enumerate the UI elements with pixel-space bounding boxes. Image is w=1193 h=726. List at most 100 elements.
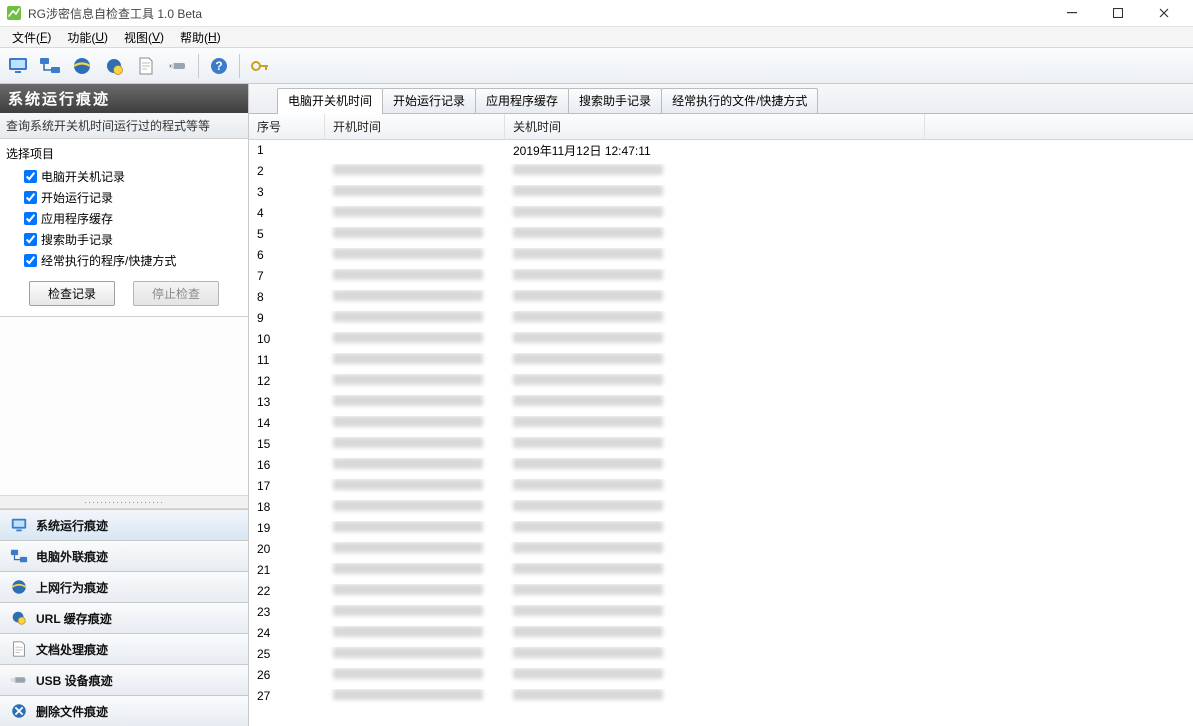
results-list: 序号 开机时间 关机时间 12019年11月12日 12:47:11234567… [249,114,1193,726]
cell-index: 1 [249,143,325,157]
table-row[interactable]: 24 [249,623,1193,644]
checkbox-input[interactable] [24,254,37,267]
nav-item-icon [10,547,28,565]
table-row[interactable]: 21 [249,560,1193,581]
maximize-button[interactable] [1095,0,1141,26]
tool-document-icon[interactable] [132,52,160,80]
cell-poweroff [505,416,925,430]
option-checkbox[interactable]: 经常执行的程序/快捷方式 [6,250,242,271]
menu-func[interactable]: 功能(U) [59,27,116,47]
table-row[interactable]: 16 [249,455,1193,476]
option-checkbox[interactable]: 电脑开关机记录 [6,166,242,187]
menu-view[interactable]: 视图(V) [116,27,172,47]
table-row[interactable]: 13 [249,392,1193,413]
tool-browser-icon[interactable] [100,52,128,80]
col-header-poweron[interactable]: 开机时间 [325,114,505,139]
cell-poweron [325,479,505,493]
options-group-label: 选择项目 [6,145,242,162]
check-records-button[interactable]: 检查记录 [29,281,115,306]
cell-poweron [325,542,505,556]
cell-poweron [325,647,505,661]
table-row[interactable]: 8 [249,287,1193,308]
table-row[interactable]: 14 [249,413,1193,434]
table-row[interactable]: 10 [249,329,1193,350]
table-row[interactable]: 22 [249,581,1193,602]
sidebar-nav-item[interactable]: 系统运行痕迹 [0,509,248,540]
nav-item-icon [10,609,28,627]
option-checkbox[interactable]: 应用程序缓存 [6,208,242,229]
checkbox-input[interactable] [24,233,37,246]
table-row[interactable]: 5 [249,224,1193,245]
cell-poweron [325,605,505,619]
table-row[interactable]: 9 [249,308,1193,329]
checkbox-label: 电脑开关机记录 [41,168,125,185]
table-row[interactable]: 27 [249,686,1193,707]
tool-monitor-icon[interactable] [4,52,32,80]
cell-poweroff [505,689,925,703]
option-checkbox[interactable]: 开始运行记录 [6,187,242,208]
sidebar-nav-item[interactable]: URL 缓存痕迹 [0,602,248,633]
cell-poweron [325,290,505,304]
table-row[interactable]: 7 [249,266,1193,287]
col-header-index[interactable]: 序号 [249,114,325,139]
table-row[interactable]: 20 [249,539,1193,560]
table-row[interactable]: 11 [249,350,1193,371]
cell-poweroff [505,584,925,598]
cell-poweron [325,164,505,178]
tool-usb-icon[interactable] [164,52,192,80]
tab[interactable]: 经常执行的文件/快捷方式 [661,88,818,113]
table-row[interactable]: 2 [249,161,1193,182]
sidebar-nav-item[interactable]: 电脑外联痕迹 [0,540,248,571]
table-row[interactable]: 15 [249,434,1193,455]
list-body[interactable]: 12019年11月12日 12:47:112345678910111213141… [249,140,1193,726]
sidebar-nav-item[interactable]: 文档处理痕迹 [0,633,248,664]
cell-index: 27 [249,689,325,703]
tool-network-icon[interactable] [36,52,64,80]
sidebar-splitter[interactable]: ···················· [0,495,248,509]
table-row[interactable]: 12019年11月12日 12:47:11 [249,140,1193,161]
table-row[interactable]: 3 [249,182,1193,203]
checkbox-input[interactable] [24,191,37,204]
tab[interactable]: 搜索助手记录 [568,88,662,113]
stop-check-button[interactable]: 停止检查 [133,281,219,306]
tool-key-icon[interactable] [246,52,274,80]
menu-file[interactable]: 文件(F) [4,27,59,47]
table-row[interactable]: 26 [249,665,1193,686]
checkbox-input[interactable] [24,170,37,183]
table-row[interactable]: 25 [249,644,1193,665]
cell-poweroff [505,563,925,577]
table-row[interactable]: 12 [249,371,1193,392]
sidebar-nav-item[interactable]: USB 设备痕迹 [0,664,248,695]
option-checkbox[interactable]: 搜索助手记录 [6,229,242,250]
cell-poweroff [505,374,925,388]
col-header-poweroff[interactable]: 关机时间 [505,114,925,139]
cell-index: 12 [249,374,325,388]
tool-help-icon[interactable]: ? [205,52,233,80]
tab[interactable]: 应用程序缓存 [475,88,569,113]
cell-poweron [325,563,505,577]
sidebar-nav-item[interactable]: 上网行为痕迹 [0,571,248,602]
cell-poweroff [505,332,925,346]
tab[interactable]: 开始运行记录 [382,88,476,113]
checkbox-label: 应用程序缓存 [41,210,113,227]
table-row[interactable]: 6 [249,245,1193,266]
tool-ie-icon[interactable] [68,52,96,80]
menu-help[interactable]: 帮助(H) [172,27,229,47]
table-row[interactable]: 19 [249,518,1193,539]
checkbox-input[interactable] [24,212,37,225]
cell-poweroff [505,437,925,451]
table-row[interactable]: 18 [249,497,1193,518]
table-row[interactable]: 4 [249,203,1193,224]
cell-index: 23 [249,605,325,619]
cell-poweron [325,269,505,283]
cell-poweroff [505,395,925,409]
minimize-button[interactable] [1049,0,1095,26]
sidebar-nav-item[interactable]: 删除文件痕迹 [0,695,248,726]
cell-poweron [325,395,505,409]
tab[interactable]: 电脑开关机时间 [277,88,383,114]
table-row[interactable]: 23 [249,602,1193,623]
cell-poweron [325,206,505,220]
cell-poweroff [505,626,925,640]
table-row[interactable]: 17 [249,476,1193,497]
close-button[interactable] [1141,0,1187,26]
